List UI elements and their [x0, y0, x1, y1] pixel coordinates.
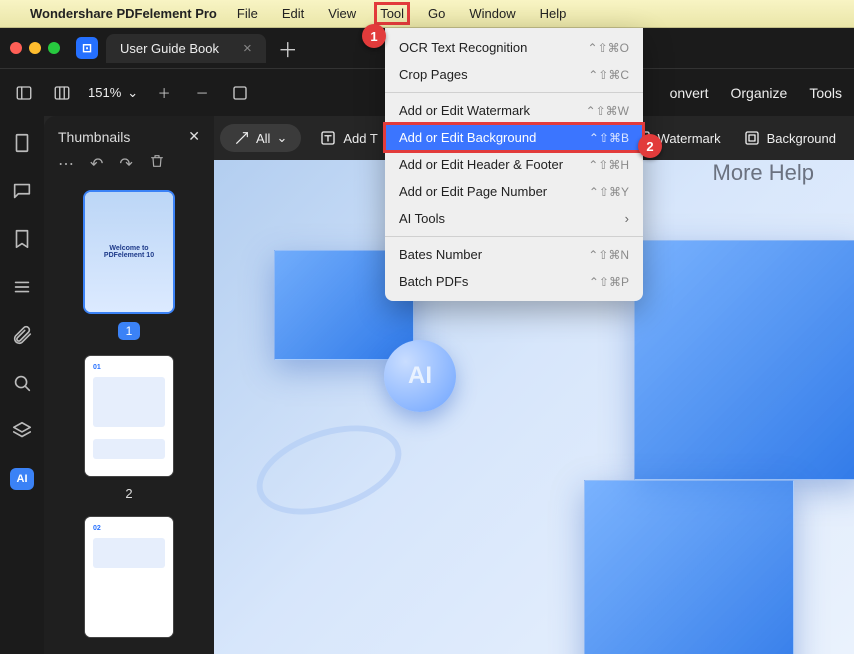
rotate-right-icon[interactable]: ↷: [119, 154, 132, 174]
chevron-down-icon: ⌄: [127, 85, 138, 101]
menu-item-ai-tools[interactable]: AI Tools›: [385, 205, 643, 232]
new-tab-button[interactable]: ＋: [278, 34, 298, 63]
comment-icon[interactable]: [11, 180, 33, 202]
page-badge-1: 1: [118, 322, 141, 340]
sidebar-both-icon[interactable]: [50, 81, 74, 105]
sidebar-left-icon[interactable]: [12, 81, 36, 105]
close-tab-icon[interactable]: ×: [243, 40, 252, 57]
thumbnails-title: Thumbnails: [58, 129, 130, 145]
zoom-value: 151%: [88, 85, 121, 100]
more-icon[interactable]: ⋯: [58, 154, 74, 174]
maximize-window-icon[interactable]: [48, 42, 60, 54]
background-icon: [743, 129, 761, 147]
app-name: Wondershare PDFelement Pro: [30, 6, 217, 21]
layers-icon[interactable]: [11, 420, 33, 442]
callout-2: 2: [638, 134, 662, 158]
page-icon[interactable]: [11, 132, 33, 154]
tab-title: User Guide Book: [120, 41, 219, 56]
tool-menu-dropdown: OCR Text Recognition⌃⇧⌘OCrop Pages⌃⇧⌘C Ad…: [385, 28, 643, 301]
minimize-window-icon[interactable]: [29, 42, 41, 54]
callout-1: 1: [362, 24, 386, 48]
ai-disc-icon: AI: [384, 340, 456, 412]
decorative-glass: [634, 240, 854, 480]
chevron-down-icon: ⌄: [276, 130, 287, 146]
close-icon[interactable]: ✕: [188, 128, 200, 145]
background-button[interactable]: Background: [743, 129, 836, 147]
menu-item-batch-pdfs[interactable]: Batch PDFs⌃⇧⌘P: [385, 268, 643, 295]
page-number-2: 2: [58, 486, 200, 501]
window-controls: [10, 42, 60, 54]
attachment-icon[interactable]: [11, 324, 33, 346]
close-window-icon[interactable]: [10, 42, 22, 54]
menu-window[interactable]: Window: [465, 4, 519, 23]
zoom-out-icon[interactable]: －: [190, 81, 214, 105]
toolbar-tools[interactable]: Tools: [809, 85, 842, 101]
toolbar-organize[interactable]: Organize: [731, 85, 788, 101]
text-icon: [319, 129, 337, 147]
search-icon[interactable]: [11, 372, 33, 394]
menu-help[interactable]: Help: [536, 4, 571, 23]
document-tab[interactable]: User Guide Book ×: [106, 34, 266, 63]
menu-item-bates-number[interactable]: Bates Number⌃⇧⌘N: [385, 241, 643, 268]
wand-icon: [234, 130, 250, 146]
decorative-ring: [245, 409, 412, 531]
thumbnail-page-3[interactable]: 02: [85, 517, 173, 637]
decorative-glass: [584, 480, 794, 654]
menu-item-add-or-edit-watermark[interactable]: Add or Edit Watermark⌃⇧⌘W: [385, 97, 643, 124]
more-help-text: More Help: [713, 160, 814, 186]
menu-file[interactable]: File: [233, 4, 262, 23]
rotate-left-icon[interactable]: ↶: [90, 154, 103, 174]
menu-view[interactable]: View: [324, 4, 360, 23]
menu-go[interactable]: Go: [424, 4, 449, 23]
app-logo-icon: ⊡: [76, 37, 98, 59]
zoom-control[interactable]: 151% ⌄: [88, 85, 138, 101]
toolbar-convert[interactable]: onvert: [670, 85, 709, 101]
thumbnail-page-2[interactable]: 01: [85, 356, 173, 476]
chevron-right-icon: ›: [625, 211, 629, 226]
menu-item-add-or-edit-header-footer[interactable]: Add or Edit Header & Footer⌃⇧⌘H: [385, 151, 643, 178]
trash-icon[interactable]: [149, 153, 165, 174]
mac-menubar: Wondershare PDFelement Pro File Edit Vie…: [0, 0, 854, 28]
add-text-button[interactable]: Add T: [319, 129, 377, 147]
left-rail: AI: [0, 116, 44, 654]
menu-item-add-or-edit-background[interactable]: Add or Edit Background⌃⇧⌘B: [385, 124, 643, 151]
menu-item-crop-pages[interactable]: Crop Pages⌃⇧⌘C: [385, 61, 643, 88]
thumbnail-page-1[interactable]: Welcome to PDFelement 10: [85, 192, 173, 312]
ai-rail-button[interactable]: AI: [10, 468, 34, 490]
list-icon[interactable]: [11, 276, 33, 298]
zoom-in-icon[interactable]: ＋: [152, 81, 176, 105]
bookmark-icon[interactable]: [11, 228, 33, 250]
menu-tool[interactable]: Tool: [376, 4, 408, 23]
thumbnails-panel: Thumbnails ✕ ⋯ ↶ ↷ Welcome to PDFelement…: [44, 116, 214, 654]
all-tools-pill[interactable]: All ⌄: [220, 124, 301, 152]
menu-item-add-or-edit-page-number[interactable]: Add or Edit Page Number⌃⇧⌘Y: [385, 178, 643, 205]
fit-page-icon[interactable]: [228, 81, 252, 105]
menu-item-ocr-text-recognition[interactable]: OCR Text Recognition⌃⇧⌘O: [385, 34, 643, 61]
menu-edit[interactable]: Edit: [278, 4, 308, 23]
